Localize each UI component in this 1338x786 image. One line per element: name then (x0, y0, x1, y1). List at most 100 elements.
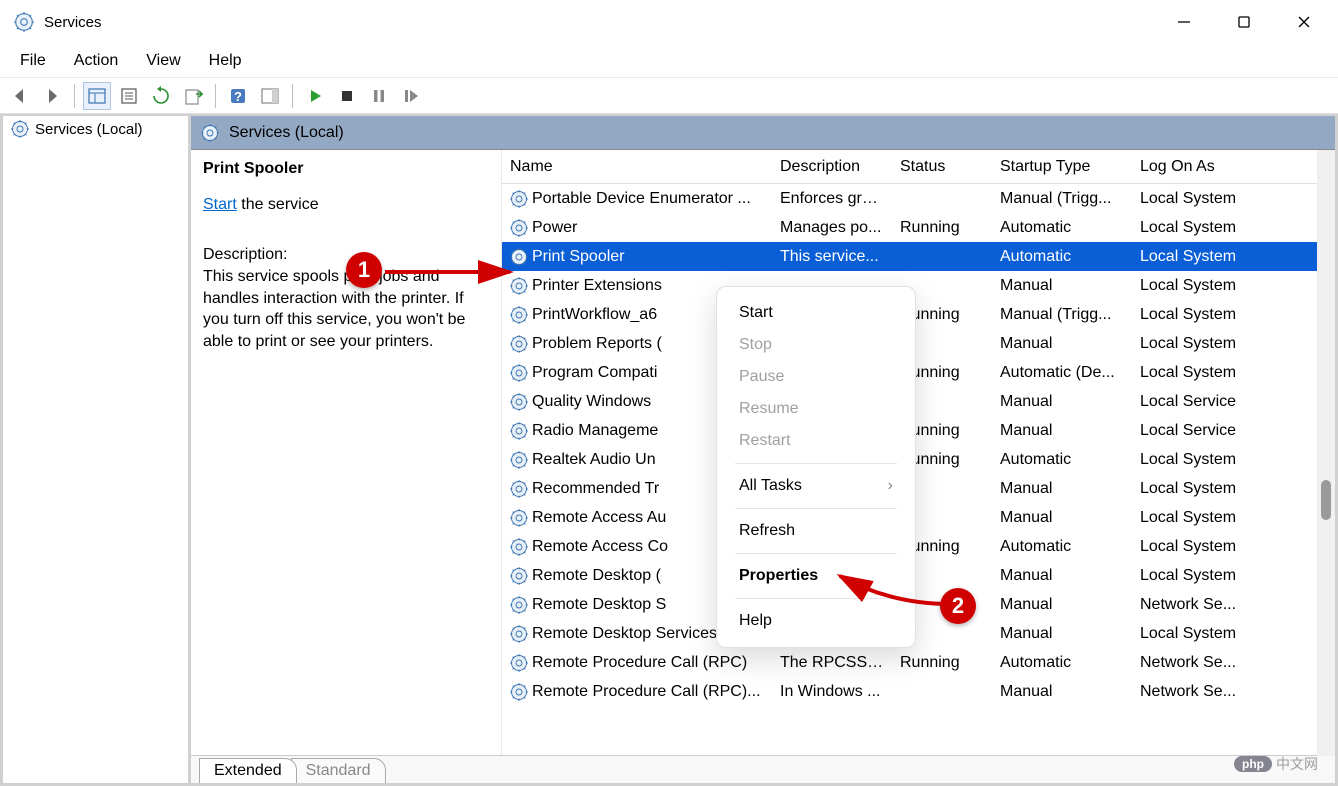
ctx-pause: Pause (717, 361, 915, 393)
watermark-text: 中文网 (1276, 754, 1318, 774)
gear-icon (510, 480, 528, 498)
refresh-button[interactable] (147, 82, 175, 110)
ctx-separator (735, 463, 897, 464)
service-logon: Network Se... (1132, 596, 1272, 614)
service-name: Remote Procedure Call (RPC)... (532, 683, 761, 701)
ctx-separator (735, 508, 897, 509)
help-button[interactable]: ? (224, 82, 252, 110)
menu-help[interactable]: Help (195, 48, 256, 74)
show-hide-tree-button[interactable] (83, 82, 111, 110)
export-button[interactable] (179, 82, 207, 110)
service-logon: Network Se... (1132, 654, 1272, 672)
nav-back-button[interactable] (6, 82, 34, 110)
service-name: Remote Access Au (532, 509, 666, 527)
menu-view[interactable]: View (132, 48, 194, 74)
col-status-header[interactable]: Status (892, 158, 992, 176)
gear-icon (510, 422, 528, 440)
tab-standard[interactable]: Standard (291, 758, 386, 783)
properties-button[interactable] (115, 82, 143, 110)
service-logon: Local System (1132, 306, 1272, 324)
gear-icon (510, 190, 528, 208)
tab-extended[interactable]: Extended (199, 758, 297, 783)
gear-icon (510, 393, 528, 411)
service-row[interactable]: Radio ManagemeRunningManualLocal Service (502, 416, 1335, 445)
service-startup: Manual (992, 567, 1132, 585)
service-startup: Manual (992, 509, 1132, 527)
list-body[interactable]: Portable Device Enumerator ...Enforces g… (502, 184, 1335, 783)
service-desc: The RPCSS s... (772, 654, 892, 672)
toolbar-separator (74, 84, 75, 108)
gear-icon (510, 509, 528, 527)
ctx-properties[interactable]: Properties (717, 560, 915, 592)
watermark: php 中文网 (1234, 754, 1318, 774)
service-logon: Local Service (1132, 422, 1272, 440)
gear-icon (510, 219, 528, 237)
service-row[interactable]: Remote Desktop (ManualLocal System (502, 561, 1335, 590)
service-row[interactable]: Problem Reports (ManualLocal System (502, 329, 1335, 358)
service-row[interactable]: Recommended TrManualLocal System (502, 474, 1335, 503)
col-desc-header[interactable]: Description (772, 158, 892, 176)
service-row[interactable]: Portable Device Enumerator ...Enforces g… (502, 184, 1335, 213)
service-name: Quality Windows (532, 393, 651, 411)
service-row[interactable]: Remote Procedure Call (RPC)The RPCSS s..… (502, 648, 1335, 677)
start-service-button[interactable] (301, 82, 329, 110)
ctx-resume: Resume (717, 393, 915, 425)
service-desc: This service... (772, 248, 892, 266)
main-area: Services (Local) Services (Local) Print … (0, 114, 1338, 786)
service-name: PrintWorkflow_a6 (532, 306, 657, 324)
service-status: Running (892, 654, 992, 672)
menu-action[interactable]: Action (60, 48, 132, 74)
gear-icon (510, 654, 528, 672)
service-desc: In Windows ... (772, 683, 892, 701)
close-button[interactable] (1274, 0, 1334, 44)
service-row[interactable]: Printer ExtensionsManualLocal System (502, 271, 1335, 300)
stop-service-button[interactable] (333, 82, 361, 110)
service-row[interactable]: Remote Desktop SManualNetwork Se... (502, 590, 1335, 619)
toolbar-separator (215, 84, 216, 108)
tree-root-item[interactable]: Services (Local) (3, 116, 188, 142)
col-startup-header[interactable]: Startup Type (992, 158, 1132, 176)
service-desc: Enforces gro... (772, 190, 892, 208)
panel-title: Services (Local) (229, 124, 344, 142)
ctx-all-tasks[interactable]: All Tasks› (717, 470, 915, 502)
menu-file[interactable]: File (6, 48, 60, 74)
restart-service-button[interactable] (397, 82, 425, 110)
scroll-thumb[interactable] (1321, 480, 1331, 520)
start-suffix: the service (237, 196, 319, 213)
service-logon: Local System (1132, 451, 1272, 469)
service-row[interactable]: Quality WindowsManualLocal Service (502, 387, 1335, 416)
minimize-button[interactable] (1154, 0, 1214, 44)
watermark-badge: php (1234, 756, 1272, 772)
maximize-button[interactable] (1214, 0, 1274, 44)
chevron-right-icon: › (888, 477, 893, 495)
app-icon (14, 12, 34, 32)
nav-forward-button[interactable] (38, 82, 66, 110)
service-name: Remote Desktop S (532, 596, 666, 614)
vertical-scrollbar[interactable] (1317, 150, 1335, 756)
service-row[interactable]: Remote Desktop Services Us...Allows the … (502, 619, 1335, 648)
detail-pane: Print Spooler Start the service Descript… (191, 150, 501, 783)
service-row[interactable]: Remote Access AuManualLocal System (502, 503, 1335, 532)
ctx-start[interactable]: Start (717, 297, 915, 329)
service-row[interactable]: PrintWorkflow_a6RunningManual (Trigg...L… (502, 300, 1335, 329)
col-logon-header[interactable]: Log On As (1132, 158, 1272, 176)
service-row[interactable]: Remote Access CoRunningAutomaticLocal Sy… (502, 532, 1335, 561)
action-pane-button[interactable] (256, 82, 284, 110)
ctx-refresh[interactable]: Refresh (717, 515, 915, 547)
service-name: Recommended Tr (532, 480, 659, 498)
service-row[interactable]: Realtek Audio UnRunningAutomaticLocal Sy… (502, 445, 1335, 474)
service-name: Remote Access Co (532, 538, 668, 556)
ctx-help[interactable]: Help (717, 605, 915, 637)
start-link[interactable]: Start (203, 196, 237, 213)
service-row[interactable]: Remote Procedure Call (RPC)... In Windows… (502, 677, 1335, 706)
pause-service-button[interactable] (365, 82, 393, 110)
service-row[interactable]: Print SpoolerThis service...AutomaticLoc… (502, 242, 1335, 271)
service-name: Radio Manageme (532, 422, 658, 440)
service-name: Print Spooler (532, 248, 625, 266)
detail-title: Print Spooler (203, 160, 489, 178)
service-startup: Manual (992, 683, 1132, 701)
service-startup: Manual (992, 480, 1132, 498)
service-row[interactable]: Program CompatiRunningAutomatic (De...Lo… (502, 358, 1335, 387)
service-row[interactable]: PowerManages po...RunningAutomaticLocal … (502, 213, 1335, 242)
col-name-header[interactable]: Name⌃ (502, 158, 772, 176)
